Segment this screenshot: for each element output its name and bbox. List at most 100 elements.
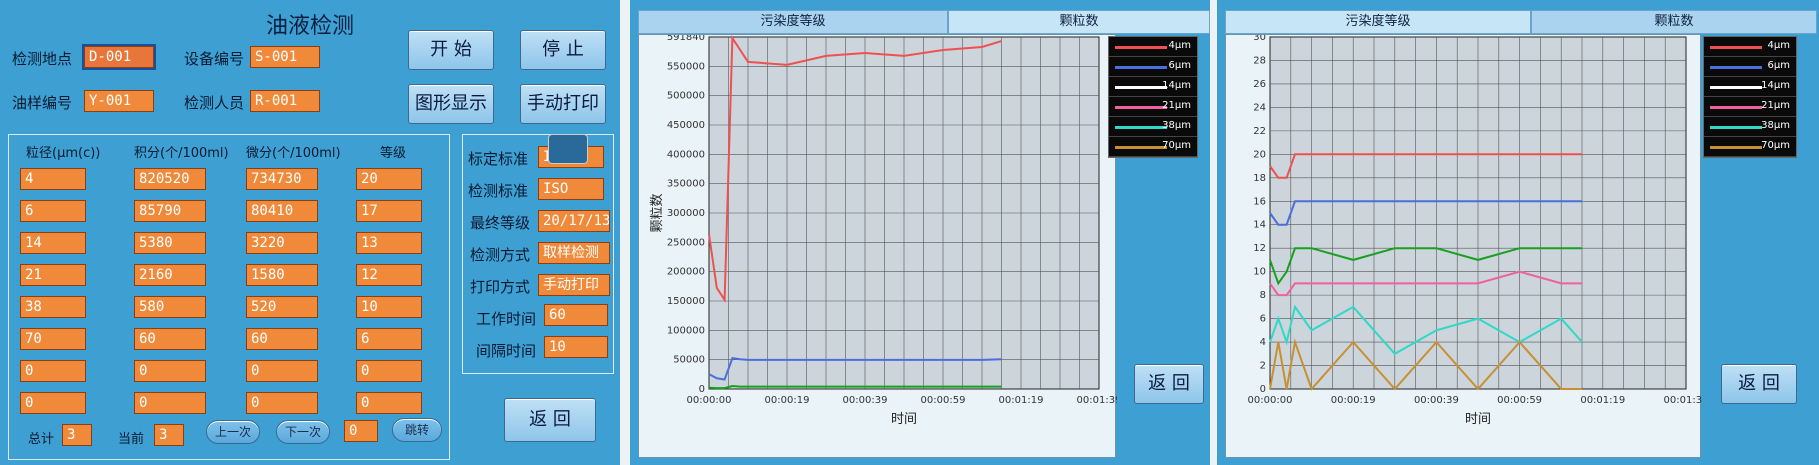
table-cell: 5380 [134, 232, 206, 254]
legend-swatch [1710, 126, 1762, 129]
current-label: 当前 [118, 432, 145, 447]
work-time-field[interactable]: 60 [544, 304, 608, 326]
table-cell: 10 [356, 296, 422, 318]
legend-item: 4μm [1704, 37, 1796, 57]
legend-item: 21μm [1704, 97, 1796, 117]
legend-swatch [1115, 106, 1167, 109]
tab-pollution[interactable]: 污染度等级 [638, 10, 948, 34]
tab-particle[interactable]: 颗粒数 [948, 10, 1210, 34]
tab-particle-2[interactable]: 颗粒数 [1531, 10, 1817, 34]
final-grade-label: 最终等级 [470, 214, 531, 232]
legend-label: 14μm [1761, 80, 1790, 91]
standard-label: 标定标准 [468, 150, 529, 168]
table-cell: 6 [356, 328, 422, 350]
print-method-field[interactable]: 手动打印 [538, 274, 610, 296]
legend-label: 21μm [1761, 100, 1790, 111]
legend-label: 70μm [1162, 140, 1191, 151]
next-button[interactable]: 下一次 [276, 420, 330, 444]
y-tick-label: 150000 [667, 296, 705, 307]
legend: 4μm 6μm 14μm 21μm 38μm 70μm [1108, 36, 1198, 158]
x-tick-label: 00:01:39 [1077, 395, 1117, 406]
table-cell: 0 [246, 360, 318, 382]
x-tick-label: 00:00:39 [1414, 395, 1459, 406]
legend-item: 14μm [1109, 77, 1197, 97]
prev-button[interactable]: 上一次 [206, 420, 260, 444]
table-cell: 0 [356, 360, 422, 382]
x-tick-label: 00:00:59 [1497, 395, 1542, 406]
legend-item: 4μm [1109, 37, 1197, 57]
interval-label: 间隔时间 [476, 342, 537, 360]
legend-swatch [1115, 46, 1167, 49]
legend-label: 4μm [1767, 40, 1790, 51]
device-field[interactable]: S-001 [250, 46, 320, 68]
location-field[interactable]: D-001 [82, 44, 156, 70]
x-tick-label: 00:00:19 [765, 395, 810, 406]
detect-standard-label: 检测标准 [468, 182, 529, 200]
tab-pollution-2[interactable]: 污染度等级 [1225, 10, 1531, 34]
y-tick-label: 20 [1253, 149, 1266, 160]
y-tick-label: 350000 [667, 179, 705, 190]
y-tick-label: 16 [1253, 196, 1266, 207]
detect-method-label: 检测方式 [470, 246, 531, 264]
table-cell: 14 [20, 232, 86, 254]
sample-field[interactable]: Y-001 [84, 90, 154, 112]
total-label: 总计 [28, 432, 55, 447]
table-cell: 38 [20, 296, 86, 318]
back-button[interactable]: 返 回 [504, 398, 596, 442]
table-cell: 80410 [246, 200, 318, 222]
back-button-3[interactable]: 返 回 [1721, 364, 1797, 404]
y-tick-label: 14 [1253, 220, 1266, 231]
legend-item: 38μm [1704, 117, 1796, 137]
stop-button[interactable]: 停 止 [520, 30, 606, 70]
y-tick-label: 22 [1253, 126, 1266, 137]
table-cell: 70 [20, 328, 86, 350]
jump-field[interactable]: 0 [344, 420, 378, 442]
legend-label: 38μm [1761, 120, 1790, 131]
legend-swatch [1710, 106, 1762, 109]
y-tick-label: 24 [1253, 102, 1266, 113]
x-tick-label: 00:00:59 [921, 395, 966, 406]
print-method-label: 打印方式 [470, 278, 531, 296]
detect-standard-field[interactable]: ISO [538, 178, 604, 200]
tab-bar-2: 污染度等级 颗粒数 [1225, 10, 1817, 34]
y-tick-label: 0 [699, 384, 705, 395]
manual-print-button[interactable]: 手动打印 [520, 84, 606, 124]
sample-label: 油样编号 [12, 94, 73, 112]
monitor-icon [548, 134, 588, 164]
legend-label: 4μm [1168, 40, 1191, 51]
y-tick-label: 12 [1253, 243, 1266, 254]
table-cell: 21 [20, 264, 86, 286]
table-cell: 0 [246, 392, 318, 414]
jump-button[interactable]: 跳转 [392, 418, 442, 442]
x-tick-label: 00:01:19 [1580, 395, 1625, 406]
x-axis-title: 时间 [891, 412, 917, 427]
current-field: 3 [154, 424, 184, 446]
final-grade-field[interactable]: 20/17/13 [538, 210, 610, 232]
legend-swatch [1710, 146, 1762, 149]
x-tick-label: 00:00:00 [687, 395, 732, 406]
y-tick-label: 450000 [667, 120, 705, 131]
y-tick-label: 500000 [667, 91, 705, 102]
x-tick-label: 00:00:19 [1331, 395, 1376, 406]
pollution-grade-panel: 污染度等级 颗粒数 30 28 26 24 22 20 18 16 14 12 10 8 6 4 2 0 00:… [1217, 0, 1819, 465]
back-button-2[interactable]: 返 回 [1134, 364, 1204, 404]
tab-bar: 污染度等级 颗粒数 [638, 10, 1210, 34]
graph-display-button[interactable]: 图形显示 [408, 84, 494, 124]
legend-2: 4μm 6μm 14μm 21μm 38μm 70μm [1703, 36, 1797, 158]
y-tick-label: 4 [1260, 337, 1266, 348]
interval-field[interactable]: 10 [544, 336, 608, 358]
y-tick-label: 18 [1253, 173, 1266, 184]
legend-swatch [1115, 126, 1167, 129]
start-button[interactable]: 开 始 [408, 30, 494, 70]
table-cell: 85790 [134, 200, 206, 222]
table-cell: 820520 [134, 168, 206, 190]
detect-method-field[interactable]: 取样检测 [538, 242, 610, 264]
y-tick-label: 6 [1260, 314, 1266, 325]
inspector-field[interactable]: R-001 [250, 90, 320, 112]
table-cell: 0 [20, 392, 86, 414]
legend-item: 6μm [1704, 57, 1796, 77]
chart-area-2: 30 28 26 24 22 20 18 16 14 12 10 8 6 4 2 0 00:00:00 00:00… [1217, 32, 1708, 458]
oil-inspection-panel: 油液检测 检测地点 D-001 设备编号 S-001 油样编号 Y-001 检测… [0, 0, 620, 465]
y-tick-label: 26 [1253, 79, 1266, 90]
legend-swatch [1115, 66, 1167, 69]
